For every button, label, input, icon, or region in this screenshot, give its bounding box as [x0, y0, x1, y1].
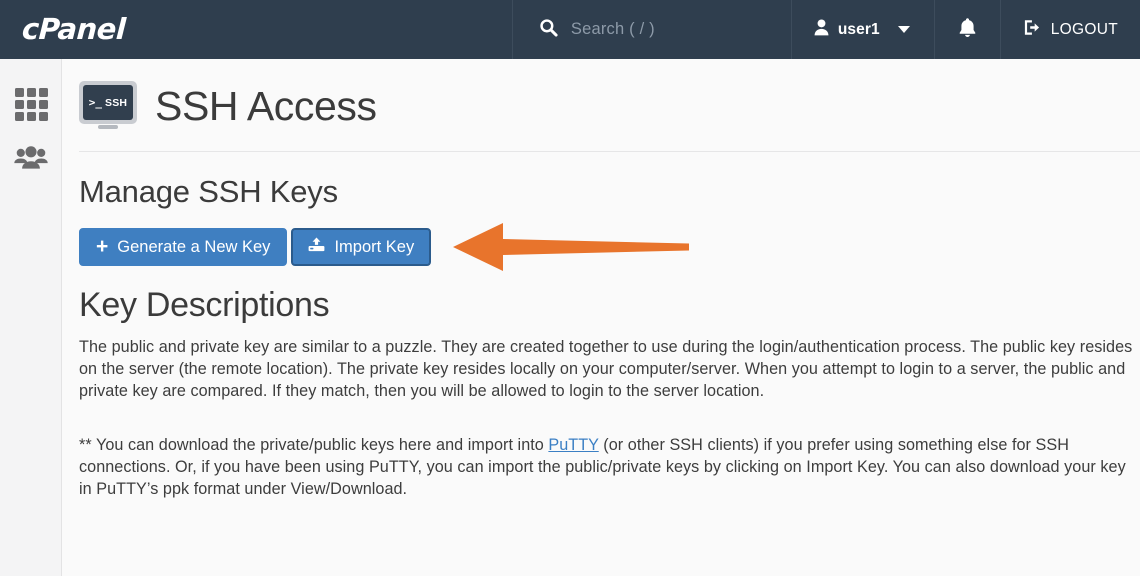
ssh-icon-screen: >_ SSH: [83, 85, 133, 120]
logout-icon: [1023, 18, 1042, 42]
upload-drive-icon: [308, 237, 325, 257]
annotation-arrow-to-import-key: [451, 220, 691, 274]
logout-button[interactable]: LOGOUT: [1001, 0, 1140, 59]
user-section: user1: [792, 0, 934, 59]
bell-icon: [958, 17, 977, 43]
cpanel-logo[interactable]: cPanel: [0, 0, 160, 59]
plus-icon: +: [96, 234, 109, 258]
putty-link[interactable]: PuTTY: [548, 436, 598, 454]
users-icon: [14, 145, 48, 176]
left-sidebar: [0, 59, 62, 576]
logout-label: LOGOUT: [1050, 20, 1118, 38]
cpanel-logo-text: cPanel: [21, 12, 127, 46]
paragraph-2-text-before-link: ** You can download the private/public k…: [79, 436, 549, 454]
title-divider: [79, 151, 1140, 152]
section-title-key-descriptions: Key Descriptions: [79, 286, 330, 324]
cpanel-app: cPanel Search (/) user1 LOGOUT >_ SSH …: [0, 0, 1140, 576]
notifications-button[interactable]: [935, 0, 1000, 59]
notifications-section: [935, 0, 1000, 59]
grid-icon: [14, 87, 48, 121]
page-title: SSH Access: [155, 82, 377, 129]
section-title-manage-ssh-keys: Manage SSH Keys: [79, 174, 338, 209]
import-key-label: Import Key: [334, 237, 415, 256]
import-key-button[interactable]: Import Key: [291, 228, 432, 266]
ssh-icon-prompt: >_: [88, 96, 103, 109]
sidebar-item-user-manager[interactable]: [0, 132, 62, 188]
search-section: [513, 0, 791, 59]
search-input[interactable]: [570, 20, 761, 39]
key-descriptions-paragraph-1: The public and private key are similar t…: [79, 338, 1133, 400]
key-descriptions-paragraph-2: ** You can download the private/public k…: [79, 434, 1139, 500]
search-icon: [539, 18, 558, 42]
page-header: >_ SSH SSH Access: [79, 81, 1140, 131]
user-name-label: user1: [837, 20, 880, 38]
ssh-terminal-icon: >_ SSH: [79, 81, 137, 131]
top-header: cPanel Search (/) user1 LOGOUT: [0, 0, 1140, 59]
user-icon: [814, 18, 829, 41]
header-spacer: [160, 0, 512, 59]
sidebar-item-apps-grid[interactable]: [0, 76, 62, 132]
ssh-icon-stand: [98, 125, 118, 129]
search-box[interactable]: [513, 0, 791, 59]
generate-new-key-button[interactable]: + Generate a New Key: [79, 228, 288, 266]
ssh-icon-monitor: >_ SSH: [79, 81, 137, 124]
ssh-icon-label: SSH: [105, 96, 128, 109]
logout-section: LOGOUT: [1001, 0, 1140, 59]
user-menu-button[interactable]: user1: [792, 0, 934, 59]
generate-new-key-label: Generate a New Key: [117, 237, 271, 256]
chevron-down-icon: [897, 26, 910, 33]
key-actions-toolbar: + Generate a New Key Import Key: [79, 223, 1140, 271]
main-content: >_ SSH SSH Access Manage SSH Keys + Gene…: [63, 59, 1140, 576]
